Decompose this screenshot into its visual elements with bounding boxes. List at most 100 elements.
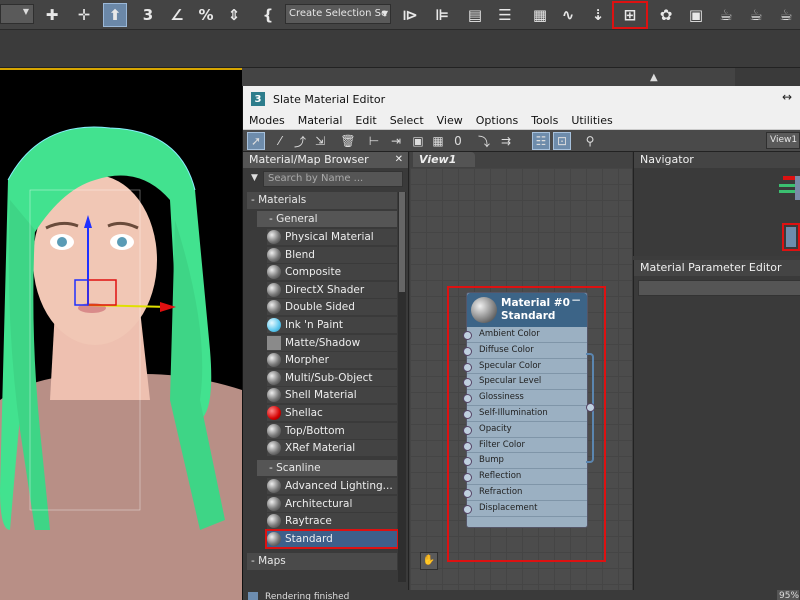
view-select-combo[interactable]: View1 [766,132,800,149]
sme-titlebar[interactable]: 3 Slate Material Editor ↔ [243,86,800,112]
node-slot[interactable]: Bump [463,453,587,470]
hide-unused-icon[interactable]: ⇥ [387,132,405,150]
viewport[interactable] [0,68,242,600]
input-socket[interactable] [463,425,472,435]
move-children-icon[interactable]: ⊢ [365,132,383,150]
navigator-preview[interactable] [773,172,800,254]
snap-icon[interactable]: ✚ [40,3,64,27]
curve-editor-icon[interactable]: ∿ [556,3,580,27]
menu-edit[interactable]: Edit [355,114,376,127]
node-slot[interactable]: Self-Illumination [463,406,587,422]
list-item[interactable]: Physical Material [267,229,397,245]
input-socket[interactable] [463,441,472,451]
list-item[interactable]: Double Sided [267,299,397,316]
list-item[interactable]: Shell Material [267,387,397,404]
select-object-icon[interactable]: ⬆ [103,3,127,27]
go-parent-icon[interactable]: ⤵ [475,132,493,150]
input-socket[interactable] [463,346,472,356]
layout-children-icon[interactable]: ⊡ [553,132,571,150]
list-item[interactable]: Shellac [267,404,397,421]
close-icon[interactable]: ✕ [395,152,403,168]
list-item[interactable]: XRef Material [267,440,397,457]
list-item[interactable]: Raytrace [267,513,397,530]
input-socket[interactable] [463,504,472,514]
node-slot[interactable]: Refraction [463,485,587,501]
spinner-snap-icon[interactable]: ⇕ [222,3,246,27]
list-item[interactable]: Architectural [267,495,397,512]
snap3-icon[interactable]: 3 [136,3,160,27]
assign-material-icon[interactable]: ⇲ [311,132,329,150]
scrollbar-thumb[interactable] [399,192,405,292]
input-socket[interactable] [463,394,472,404]
layout-all-icon[interactable]: ☷ [532,132,550,150]
menu-modes[interactable]: Modes [249,114,285,127]
tab-view1[interactable]: View1 [413,152,475,167]
minimize-icon[interactable]: − [571,293,581,307]
material-node[interactable]: Material #0 Standard − Ambient Color Diff… [463,292,595,528]
group-materials[interactable]: - Materials [247,192,397,209]
menu-utilities[interactable]: Utilities [571,114,612,127]
put-to-scene-icon[interactable]: ⤴ [291,132,309,150]
material-id-icon[interactable]: 0 [449,132,467,150]
group-general[interactable]: - General [257,211,397,227]
align-icon[interactable]: ⊫ [430,3,454,27]
group-scanline[interactable]: - Scanline [257,460,397,477]
node-slot[interactable]: Opacity [463,422,587,438]
menu-tools[interactable]: Tools [531,114,558,127]
list-item[interactable]: Multi/Sub-Object [267,369,397,386]
show-map-icon[interactable]: ▣ [409,132,427,150]
list-item[interactable]: Blend [267,246,397,263]
percent-snap-icon[interactable]: % [194,3,218,27]
input-socket[interactable] [463,473,472,483]
slate-material-editor-icon[interactable]: ⊞ [612,1,648,29]
scene-explorer-icon[interactable]: ▤ [463,3,487,27]
move-icon[interactable]: ✛ [72,3,96,27]
selection-filter-dropdown[interactable]: ▼ [0,4,34,24]
node-header[interactable]: Material #0 Standard − [467,293,587,327]
render-setup-icon[interactable]: ✿ [654,3,678,27]
node-slot[interactable]: Ambient Color [463,327,587,343]
list-item[interactable]: Top/Bottom [267,422,397,439]
node-slot[interactable]: Specular Level [463,374,587,391]
options-triangle-icon[interactable]: ▼ [251,173,258,183]
input-socket[interactable] [463,457,472,467]
browser-scrollbar[interactable] [398,192,406,582]
menu-select[interactable]: Select [390,114,424,127]
node-slot[interactable]: Glossiness [463,390,587,406]
select-by-material-icon[interactable]: ⚲ [581,132,599,150]
menu-options[interactable]: Options [476,114,518,127]
param-editor-field[interactable] [638,280,800,296]
output-socket[interactable] [586,403,595,412]
ribbon-icon[interactable]: ▦ [528,3,552,27]
render-icon[interactable]: ☕ [714,3,738,27]
input-socket[interactable] [463,378,472,388]
list-item[interactable]: Standard [265,528,399,549]
node-slot[interactable]: Displacement [463,501,587,517]
node-slot[interactable]: Diffuse Color [463,343,587,359]
resize-icon[interactable]: ↔ [782,90,792,104]
list-item[interactable]: Composite [267,264,397,281]
input-socket[interactable] [463,488,472,498]
lock-icon[interactable]: ▲ [650,72,658,83]
list-item[interactable]: Ink 'n Paint [267,316,397,333]
node-slot[interactable]: Filter Color [463,438,587,454]
input-socket[interactable] [463,409,472,419]
mirror-icon[interactable]: ⧐ [398,3,422,27]
menu-view[interactable]: View [437,114,463,127]
pan-hand-icon[interactable]: ✋ [420,552,438,570]
layers-icon[interactable]: ☰ [493,3,517,27]
show-background-icon[interactable]: ▦ [429,132,447,150]
render-active-icon[interactable]: ☕ [774,3,798,27]
rendered-frame-icon[interactable]: ▣ [684,3,708,27]
render-iterative-icon[interactable]: ☕ [744,3,768,27]
list-item[interactable]: Matte/Shadow [267,334,397,351]
input-socket[interactable] [463,331,472,340]
schematic-view-icon[interactable]: ⇣ [586,3,610,27]
edit-named-sel-icon[interactable]: { [256,3,280,27]
angle-snap-icon[interactable]: ∠ [165,3,189,27]
list-item[interactable]: Morpher [267,352,397,369]
pick-material-icon[interactable]: ⁄ [271,132,289,150]
input-socket[interactable] [463,362,472,372]
select-tool-icon[interactable]: ➚ [247,132,265,150]
go-sibling-icon[interactable]: ⇉ [497,132,515,150]
